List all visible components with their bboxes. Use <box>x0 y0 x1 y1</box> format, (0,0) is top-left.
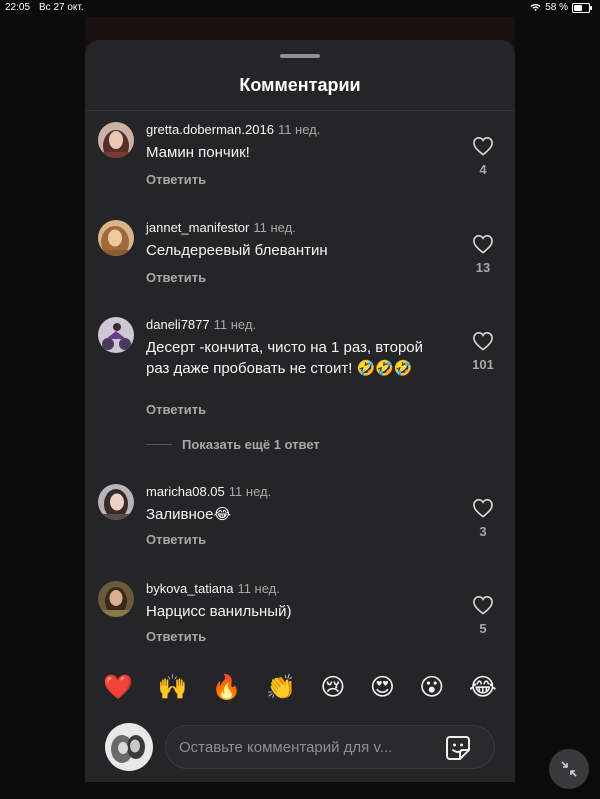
emoji-raising-hands[interactable]: 🙌 <box>158 670 188 704</box>
emoji-heart-eyes[interactable]: 😍 <box>370 670 395 704</box>
like-count: 5 <box>479 621 487 636</box>
heart-outline-icon[interactable] <box>472 234 494 254</box>
reply-button[interactable]: Ответить <box>146 172 206 187</box>
comment-text: Заливное😂 <box>146 506 231 523</box>
comment-time: 11 нед. <box>277 122 321 137</box>
comment-header: jannet_manifestor 11 нед. <box>146 220 296 235</box>
comment-username[interactable]: gretta.doberman.2016 <box>146 122 274 137</box>
comment-header: bykova_tatiana 11 нед. <box>146 581 280 596</box>
comment-header: daneli7877 11 нед. <box>146 317 256 332</box>
like-count: 4 <box>479 162 487 177</box>
like-count: 3 <box>479 524 487 539</box>
heart-outline-icon[interactable] <box>472 498 494 518</box>
avatar[interactable] <box>98 317 134 353</box>
comment-time: 11 нед. <box>228 484 272 499</box>
comment-time: 11 нед. <box>253 220 296 235</box>
like-count: 13 <box>475 260 491 275</box>
like-control: 4 <box>463 136 503 177</box>
status-time: 22:05 <box>5 2 31 13</box>
comment-username[interactable]: daneli7877 <box>146 317 210 332</box>
collapse-arrows-icon <box>561 761 577 777</box>
comment-time: 11 нед. <box>237 581 280 596</box>
avatar[interactable] <box>98 122 134 158</box>
comment-composer <box>85 718 515 778</box>
reply-button[interactable]: Ответить <box>146 402 206 417</box>
emoji-surprised[interactable]: 😮 <box>419 670 444 704</box>
heart-outline-icon[interactable] <box>472 136 494 156</box>
like-control: 3 <box>463 498 503 539</box>
like-control: 13 <box>463 234 503 275</box>
status-bar: 22:05 Вс 27 окт. 58 % <box>0 0 600 16</box>
emoji-clap[interactable]: 👏 <box>266 670 296 704</box>
comment-username[interactable]: maricha08.05 <box>146 484 225 499</box>
avatar[interactable] <box>98 484 134 520</box>
sheet-title: Комментарии <box>239 75 361 95</box>
heart-outline-icon[interactable] <box>472 595 494 615</box>
reply-button[interactable]: Ответить <box>146 629 206 644</box>
collapse-button[interactable] <box>549 749 589 789</box>
reply-button[interactable]: Ответить <box>146 270 206 285</box>
comment-text: Десерт -кончита, чисто на 1 раз, второй … <box>146 339 424 377</box>
comment-header: gretta.doberman.2016 11 нед. <box>146 122 320 137</box>
comment-time: 11 нед. <box>213 317 257 332</box>
battery-percent: 58 % <box>545 2 568 13</box>
like-control: 5 <box>463 595 503 636</box>
avatar[interactable] <box>98 220 134 256</box>
emoji-heart[interactable]: ❤️ <box>103 670 133 704</box>
status-right: 58 % <box>530 2 592 13</box>
wifi-icon <box>530 4 541 11</box>
show-more-replies-label[interactable]: Показать ещё 1 ответ <box>182 437 320 452</box>
sticker-icon[interactable] <box>445 735 471 761</box>
emoji-crying[interactable]: 😢 <box>320 670 345 704</box>
comment-header: maricha08.05 11 нед. <box>146 484 271 499</box>
like-count: 101 <box>472 357 494 372</box>
comment-username[interactable]: bykova_tatiana <box>146 581 233 596</box>
comment-username[interactable]: jannet_manifestor <box>146 220 249 235</box>
battery-fill <box>574 4 582 11</box>
like-control: 101 <box>463 331 503 372</box>
comment-text: Сельдереевый блевантин <box>146 242 328 259</box>
my-avatar <box>105 723 153 771</box>
emoji-laughing[interactable]: 😂 <box>469 670 497 704</box>
emoji-fire[interactable]: 🔥 <box>212 670 242 704</box>
comment-text: Нарцисс ванильный) <box>146 603 292 620</box>
heart-outline-icon[interactable] <box>472 331 494 351</box>
drag-handle[interactable] <box>280 54 320 58</box>
avatar[interactable] <box>98 581 134 617</box>
reply-button[interactable]: Ответить <box>146 532 206 547</box>
comments-sheet: Комментарии gretta.doberman.2016 11 нед. … <box>85 40 515 782</box>
comment-text: Мамин пончик! <box>146 144 250 161</box>
header-divider <box>85 110 515 111</box>
emoji-bar: ❤️ 🙌 🔥 👏 😢 😍 😮 😂 <box>85 670 515 704</box>
more-replies-line <box>146 444 172 445</box>
battery-icon <box>572 2 592 13</box>
status-date: Вс 27 окт. <box>39 2 84 13</box>
show-more-replies[interactable]: Показать ещё 1 ответ <box>146 437 320 452</box>
